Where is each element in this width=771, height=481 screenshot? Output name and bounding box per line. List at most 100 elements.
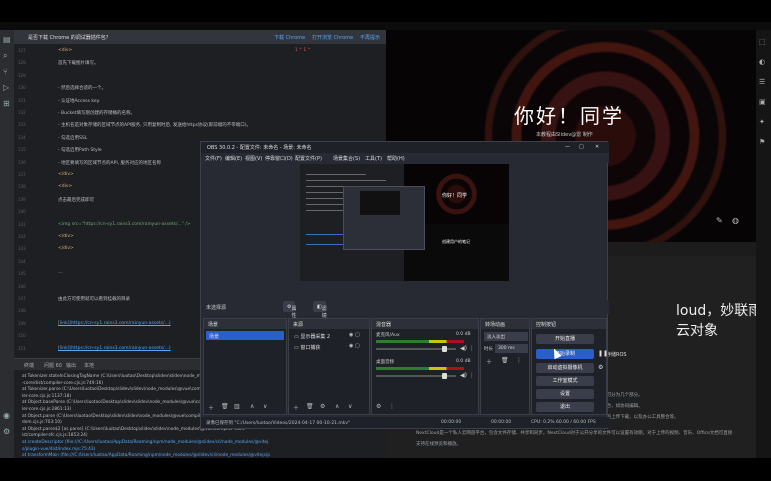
right-toolbar: ⬚ ◐ ☰ ▣ ✦ ⚑: [756, 30, 771, 458]
toolbar-icon[interactable]: ▣: [759, 98, 766, 106]
scenes-dock-title: 场景: [204, 319, 286, 329]
exit-button[interactable]: 退出: [536, 402, 594, 412]
chrome-download-infobar: 是否下载 Chrome 的调试器插件包？ 下载 Chrome 打开浏览 Chro…: [14, 30, 386, 44]
toolbar-icon[interactable]: ☰: [759, 78, 765, 86]
add-source-icon[interactable]: ＋: [293, 403, 299, 412]
volume-slider[interactable]: [376, 373, 456, 379]
line-gutter: 127 128 129 130 131 132 133 134 135 136 137 138 139 1…: [14, 44, 36, 358]
mixer-settings-icon[interactable]: ⚙: [376, 403, 381, 410]
account-icon[interactable]: ◉: [3, 412, 11, 420]
remove-transition-icon[interactable]: 🗑: [501, 357, 509, 364]
preview-subtitle: 创建用户的笔记: [442, 239, 470, 244]
code-line: </div>: [58, 246, 74, 252]
settings-icon[interactable]: ⚙: [3, 428, 11, 436]
download-chrome-link[interactable]: 下载 Chrome: [274, 34, 305, 41]
obs-titlebar[interactable]: OBS 30.0.2 - 配置文件: 未命名 - 场景: 未命名 — □ ✕: [201, 142, 609, 153]
obs-menu-item[interactable]: 工具(T): [365, 155, 382, 162]
pause-icon[interactable]: ❚❚: [598, 350, 608, 357]
toolbar-icon[interactable]: ◐: [759, 58, 765, 66]
maximize-icon[interactable]: □: [579, 144, 584, 150]
minimize-icon[interactable]: —: [565, 144, 570, 150]
start-streaming-button[interactable]: 开始直播: [536, 334, 594, 344]
extensions-icon[interactable]: ⊞: [3, 100, 11, 108]
properties-button[interactable]: ⚙ 属性: [283, 301, 297, 319]
search-icon[interactable]: ⌕: [3, 52, 11, 60]
scene-filter-icon[interactable]: ▥: [234, 403, 240, 410]
transitions-dock: 转场动画 淡入淡出 时长 300 ms ＋ 🗑 ⋮: [480, 318, 530, 415]
line-number: 150: [18, 333, 26, 339]
remove-source-icon[interactable]: 🗑: [306, 403, 314, 410]
virtual-camera-button[interactable]: 启动虚拟摄像机: [536, 363, 594, 373]
close-icon[interactable]: ✕: [595, 144, 599, 150]
git-icon[interactable]: ⑂: [3, 68, 11, 76]
toolbar-icon[interactable]: ⬚: [759, 38, 766, 46]
toolbar-icon[interactable]: ⚑: [759, 138, 765, 146]
panel-tab[interactable]: 输出: [66, 362, 76, 369]
transition-select[interactable]: 淡入淡出: [484, 332, 528, 341]
virtual-camera-settings-icon[interactable]: ⚙: [598, 364, 603, 371]
move-down-icon[interactable]: ∨: [348, 403, 352, 410]
scene-item[interactable]: 场景: [206, 331, 284, 340]
explorer-icon[interactable]: ▤: [3, 36, 11, 44]
line-number: 146: [18, 283, 26, 289]
panel-tab[interactable]: 问题 60: [44, 362, 62, 369]
mixer-menu-icon[interactable]: ⋮: [389, 403, 395, 410]
obs-menu-item[interactable]: 场景集合(S): [333, 155, 360, 162]
duration-input[interactable]: 300 ms: [495, 344, 528, 353]
speaker-icon[interactable]: ◀) ⋮: [460, 372, 475, 379]
terminal-line: ler-core.cjs.js:2861:13): [22, 407, 72, 412]
panel-tab[interactable]: 终端: [24, 362, 34, 369]
add-transition-icon[interactable]: ＋: [486, 357, 492, 366]
run-icon[interactable]: ▷: [3, 84, 11, 92]
speaker-icon[interactable]: ◀) ⋮: [460, 345, 475, 352]
sources-dock: 来源 ▭ 显示器采集 2 ◉ ▢ ▭ 窗口捕获 ◉ ▢ ＋ 🗑 ⚙ ∧ ∨: [288, 318, 370, 415]
dismiss-link[interactable]: 不再提示: [360, 34, 380, 41]
code-line: - 认证地Access key.: [58, 98, 101, 104]
edit-icon[interactable]: ✎: [716, 216, 723, 225]
source-item[interactable]: ▭ 显示器采集 2: [291, 331, 347, 340]
filters-button[interactable]: ◧ 滤镜: [313, 301, 327, 319]
move-up-icon[interactable]: ∧: [335, 403, 339, 410]
obs-preview[interactable]: 你好！同学 创建用户的笔记: [300, 164, 509, 281]
obs-statusbar: 录像已保存到 "C:/Users/luotao/Videos/2024-04-1…: [201, 417, 609, 428]
transition-menu-icon[interactable]: ⋮: [516, 357, 522, 364]
error-count-badge[interactable]: 1 ^ 1 ^: [295, 47, 311, 52]
obs-menu-item[interactable]: 视图(V): [245, 155, 262, 162]
visibility-eye-icon[interactable]: ◉ ▢: [349, 343, 360, 349]
source-settings-icon[interactable]: ⚙: [320, 403, 325, 410]
move-down-icon[interactable]: ∨: [263, 403, 267, 410]
code-line: 首先下载图片填写。: [58, 61, 99, 67]
obs-menu-item[interactable]: 停靠窗口(D): [265, 155, 293, 162]
settings-button[interactable]: 设置: [536, 389, 594, 399]
open-chrome-link[interactable]: 打开浏览 Chrome: [312, 34, 353, 41]
code-line: ---: [58, 271, 63, 277]
github-icon[interactable]: ◍: [732, 216, 739, 225]
line-number: 145: [18, 271, 26, 277]
obs-window: OBS 30.0.2 - 配置文件: 未命名 - 场景: 未命名 — □ ✕ 文…: [200, 141, 609, 429]
toolbar-icon[interactable]: ✦: [759, 118, 765, 126]
line-number: 142: [18, 234, 26, 239]
code-line: <img src="https://cn-sy1.rains3.com/rain…: [58, 221, 191, 227]
panel-tab[interactable]: 本地: [84, 362, 94, 369]
line-number: 137: [18, 172, 26, 177]
obs-menu-item[interactable]: 帮助(H): [387, 155, 405, 162]
move-up-icon[interactable]: ∧: [250, 403, 254, 410]
obs-menu-item[interactable]: 文件(F): [205, 155, 222, 162]
source-item[interactable]: ▭ 窗口捕获: [291, 342, 347, 351]
obs-menu-item[interactable]: 配置文件(P): [295, 155, 322, 162]
start-recording-button[interactable]: 开始录制: [536, 349, 594, 359]
obs-menu-item[interactable]: 编辑(E): [225, 155, 242, 162]
visibility-eye-icon[interactable]: ◉ ▢: [349, 332, 360, 338]
remove-scene-icon[interactable]: 🗑: [221, 403, 229, 410]
article-heading: 存储ROS: [606, 352, 627, 358]
code-line: <div>: [58, 184, 73, 190]
volume-slider[interactable]: [376, 346, 456, 352]
transitions-dock-title: 转场动画: [481, 319, 529, 329]
mixer-dock: 混音器 麦克风/Aux 0.0 dB ◀) ⋮ 桌面音频 0.0 dB ◀) ⋮…: [371, 318, 479, 415]
studio-mode-button[interactable]: 工作室模式: [536, 376, 594, 386]
add-scene-icon[interactable]: ＋: [208, 403, 214, 412]
audio-meter: [376, 340, 464, 343]
activity-bar: ▤ ⌕ ⑂ ▷ ⊞ ◉ ⚙: [0, 30, 14, 458]
code-line: <div>: [58, 48, 73, 53]
line-number: 141: [18, 221, 26, 227]
